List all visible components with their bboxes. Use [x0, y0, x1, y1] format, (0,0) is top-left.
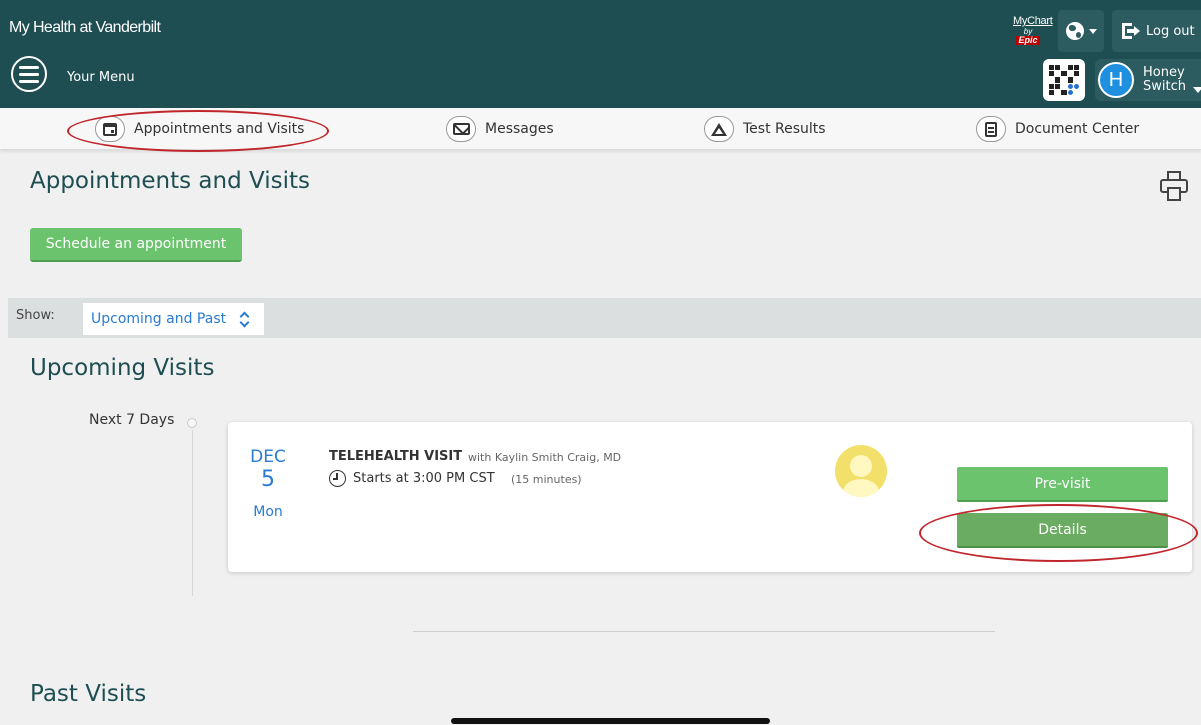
- app-header: My Health at Vanderbilt Your Menu MyChar…: [0, 0, 1201, 108]
- section-divider: [413, 631, 995, 632]
- globe-icon: [1065, 22, 1084, 40]
- brand-title: My Health at Vanderbilt: [9, 19, 161, 36]
- logout-icon: [1122, 23, 1140, 39]
- visit-provider: with Kaylin Smith Craig, MD: [468, 451, 622, 464]
- clock-icon: [329, 470, 346, 487]
- details-button[interactable]: Details: [957, 513, 1168, 548]
- visit-time: Starts at 3:00 PM CST: [353, 471, 495, 486]
- calendar-icon: [103, 122, 117, 136]
- flask-icon: [711, 122, 727, 136]
- print-icon[interactable]: [1159, 171, 1189, 203]
- mychart-logo: MyChart by Epic: [1013, 15, 1053, 45]
- chevron-up-down-icon: [239, 312, 249, 326]
- chevron-down-icon: [1088, 28, 1097, 34]
- main-nav: Appointments and Visits Messages Test Re…: [0, 108, 1201, 150]
- filter-bar: Show: Upcoming and Past: [8, 298, 1201, 338]
- schedule-appointment-button[interactable]: Schedule an appointment: [30, 228, 242, 262]
- menu-label[interactable]: Your Menu: [67, 70, 135, 85]
- user-name: Honey Switch: [1143, 65, 1186, 94]
- tab-document-center[interactable]: Document Center: [976, 108, 1139, 150]
- visit-month: DEC: [250, 447, 286, 467]
- chevron-down-icon[interactable]: [1193, 87, 1201, 93]
- visit-day: 5: [261, 467, 275, 492]
- logout-label: Log out: [1146, 23, 1195, 39]
- menu-button[interactable]: [11, 56, 47, 92]
- timeline-line: [192, 430, 193, 596]
- qr-code-icon: [1049, 65, 1079, 95]
- upcoming-visits-heading: Upcoming Visits: [30, 355, 215, 381]
- home-indicator: [451, 718, 770, 724]
- show-filter-select[interactable]: Upcoming and Past: [83, 303, 264, 335]
- envelope-icon: [452, 123, 470, 135]
- timeline-dot: [187, 418, 197, 428]
- logout-button[interactable]: Log out: [1112, 10, 1201, 52]
- hamburger-icon: [19, 65, 39, 69]
- language-button[interactable]: [1058, 10, 1104, 52]
- visit-card[interactable]: DEC 5 Mon TELEHEALTH VISIT with Kaylin S…: [228, 422, 1192, 572]
- tab-messages[interactable]: Messages: [446, 108, 554, 150]
- visit-duration: (15 minutes): [511, 473, 582, 486]
- page-title: Appointments and Visits: [30, 168, 311, 194]
- previsit-button[interactable]: Pre-visit: [957, 467, 1168, 502]
- past-visits-heading: Past Visits: [30, 681, 147, 707]
- tab-test-results[interactable]: Test Results: [704, 108, 826, 150]
- user-switch-button[interactable]: H Honey Switch: [1095, 59, 1201, 101]
- show-label: Show:: [16, 308, 55, 323]
- qr-code-button[interactable]: [1043, 59, 1085, 101]
- visit-weekday: Mon: [253, 504, 283, 520]
- timeline-label: Next 7 Days: [89, 412, 175, 428]
- provider-avatar: [835, 445, 887, 497]
- tab-appointments[interactable]: Appointments and Visits: [95, 108, 304, 150]
- document-icon: [985, 121, 997, 137]
- avatar: H: [1098, 62, 1134, 98]
- visit-type: TELEHEALTH VISIT: [329, 449, 463, 464]
